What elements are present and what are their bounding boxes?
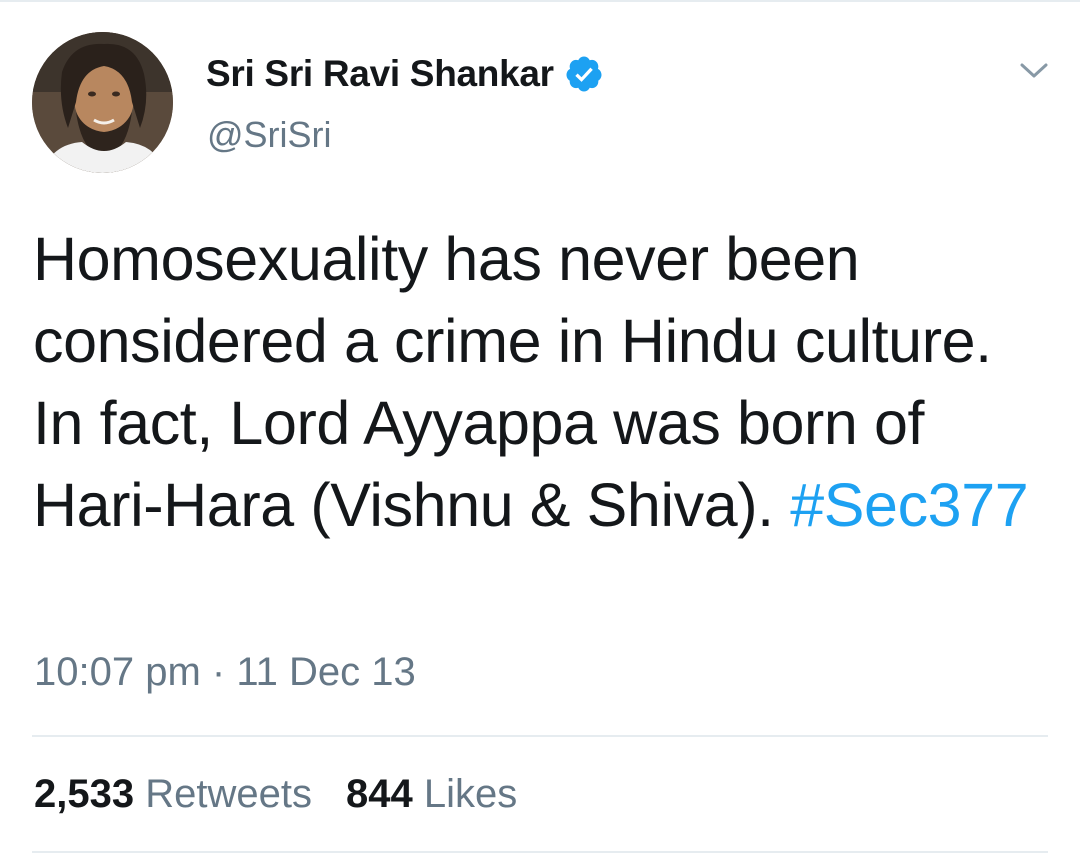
author-name-row[interactable]: Sri Sri Ravi Shankar xyxy=(206,52,604,96)
retweets-count: 2,533 xyxy=(34,772,135,816)
verified-badge-icon xyxy=(564,54,604,94)
tweet-stats: 2,533 Retweets 844 Likes xyxy=(34,772,517,817)
retweets-label: Retweets xyxy=(145,772,312,816)
timestamp-separator: · xyxy=(211,650,226,694)
likes-count: 844 xyxy=(345,772,413,816)
divider xyxy=(32,851,1048,853)
top-border xyxy=(0,0,1080,2)
timestamp[interactable]: 10:07 pm · 11 Dec 13 xyxy=(34,650,416,695)
tweet-time: 10:07 pm xyxy=(34,650,201,694)
author-handle[interactable]: @SriSri xyxy=(207,114,332,156)
likes-label: Likes xyxy=(423,772,518,816)
display-name[interactable]: Sri Sri Ravi Shankar xyxy=(206,53,554,95)
divider xyxy=(32,735,1048,737)
hashtag-link[interactable]: #Sec377 xyxy=(790,471,1028,539)
likes-stat[interactable]: 844 Likes xyxy=(346,772,517,817)
retweets-stat[interactable]: 2,533 Retweets xyxy=(34,772,312,817)
tweet-text: Homosexuality has never been considered … xyxy=(33,218,1033,546)
chevron-down-icon[interactable] xyxy=(1018,60,1050,82)
avatar[interactable] xyxy=(32,32,173,173)
avatar-image xyxy=(32,32,173,173)
tweet-date: 11 Dec 13 xyxy=(236,650,416,694)
